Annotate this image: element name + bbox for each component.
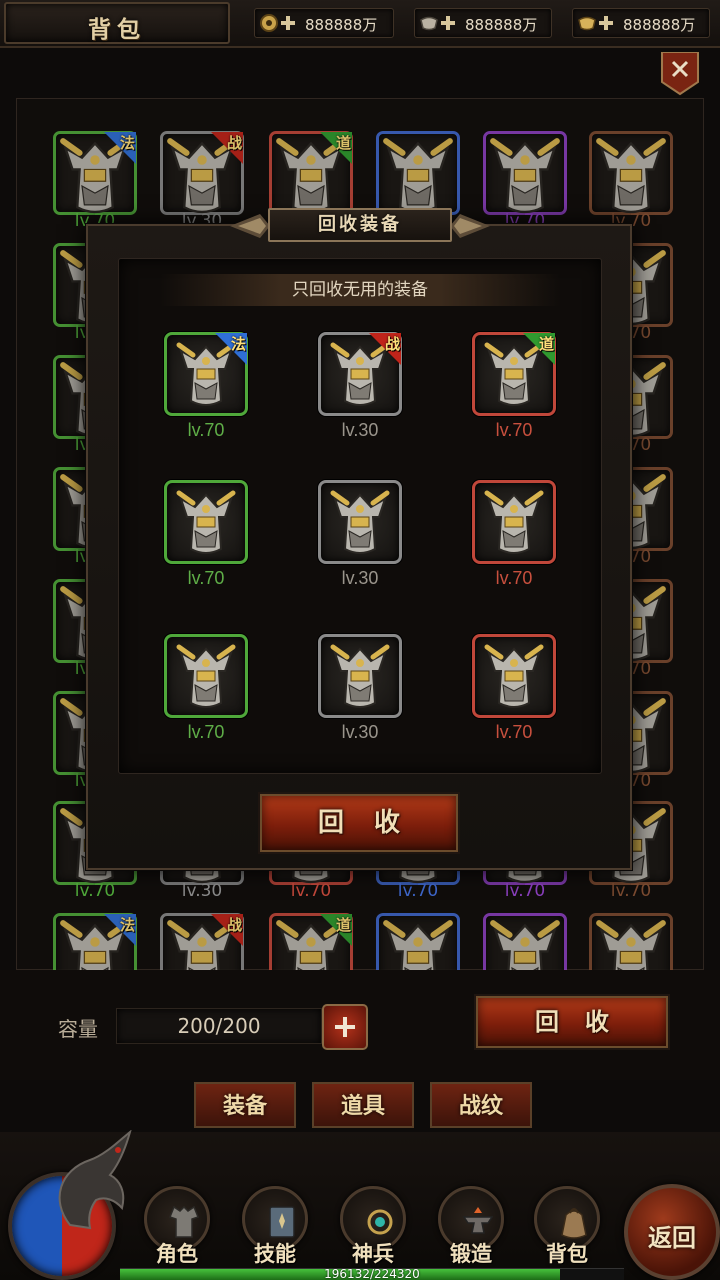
recycle-button[interactable]: 回收: [476, 996, 668, 1048]
close-button[interactable]: [660, 52, 700, 96]
window-title-plate: 背包: [4, 2, 230, 44]
capacity-value: 200/200: [116, 1008, 322, 1044]
recycle-item-level: lv.70: [495, 568, 533, 588]
dialog-title: 回收装备: [268, 208, 452, 242]
recycle-item-level: lv.30: [341, 420, 379, 440]
class-badge-label: 法: [119, 916, 135, 934]
recycle-item-level: lv.70: [187, 722, 225, 742]
return-button[interactable]: 返回: [624, 1184, 720, 1280]
class-badge-label: 战: [226, 134, 242, 152]
currency-ingot-value: 888888万: [465, 16, 538, 34]
class-badge-label: 战: [226, 916, 242, 934]
class-badge-label: 道: [538, 335, 554, 353]
armor-icon: [596, 138, 666, 214]
recycle-item-level: lv.70: [187, 420, 225, 440]
armor-icon: [484, 644, 544, 708]
recycle-item-slot[interactable]: [472, 634, 556, 718]
class-badge: 法: [215, 333, 247, 365]
bag-slot-level: lv.70: [397, 881, 439, 901]
coin-plus-icon: [260, 14, 295, 32]
bag-slot[interactable]: 法: [53, 131, 137, 215]
currency-ingot[interactable]: 888888万: [414, 8, 552, 38]
recycle-item-level: lv.30: [341, 568, 379, 588]
class-badge: 战: [211, 132, 243, 164]
class-badge-label: 道: [335, 916, 351, 934]
armor-icon: [484, 490, 544, 554]
class-badge: 战: [211, 914, 243, 946]
bag-slot-level: lv.70: [290, 881, 332, 901]
tab-equipment[interactable]: 装备: [194, 1082, 296, 1128]
recycle-item-level: lv.30: [341, 722, 379, 742]
return-label: 返回: [648, 1223, 696, 1252]
recycle-item-slot[interactable]: [318, 480, 402, 564]
recycle-item-slot[interactable]: 法: [164, 332, 248, 416]
nav-divine-weapon[interactable]: 神兵: [336, 1186, 410, 1280]
armor-icon: [330, 644, 390, 708]
nav-character-label: 角色: [156, 1241, 198, 1266]
page-title: 背包: [88, 16, 146, 43]
exp-bar: 196132/224320: [120, 1267, 624, 1280]
top-bar: 背包 888888万 888888万 888888万: [0, 0, 720, 48]
bag-slot-level: lv.70: [74, 881, 116, 901]
recycle-item-slot[interactable]: [472, 480, 556, 564]
recycle-item-level: lv.70: [187, 568, 225, 588]
nav-bag[interactable]: 背包: [530, 1186, 604, 1280]
recycle-item-slot[interactable]: 道: [472, 332, 556, 416]
currency-coin-value: 888888万: [305, 16, 378, 34]
class-badge: 法: [104, 914, 136, 946]
class-badge-label: 法: [230, 335, 246, 353]
class-badge: 道: [320, 914, 352, 946]
recycle-item-level: lv.70: [495, 420, 533, 440]
currency-gold-ingot[interactable]: 888888万: [572, 8, 710, 38]
recycle-item-slot[interactable]: [164, 634, 248, 718]
gold-ingot-plus-icon: [578, 16, 613, 31]
bag-slot-level: lv.70: [610, 881, 652, 901]
armor-icon: [490, 138, 560, 214]
nav-forge-label: 锻造: [450, 1241, 492, 1266]
nav-divine-weapon-label: 神兵: [352, 1241, 394, 1266]
capacity-label: 容量: [58, 1017, 98, 1041]
bag-slot-level: lv.70: [504, 881, 546, 901]
expand-capacity-button[interactable]: [322, 1004, 368, 1050]
recycle-item-slot[interactable]: [164, 480, 248, 564]
anvil-icon: [462, 1207, 494, 1234]
class-badge: 法: [104, 132, 136, 164]
armor-icon: [169, 1205, 199, 1238]
tab-items[interactable]: 道具: [312, 1082, 414, 1128]
dialog-recycle-button[interactable]: 回收: [260, 794, 458, 852]
class-badge: 战: [369, 333, 401, 365]
recycle-item-slot[interactable]: 战: [318, 332, 402, 416]
exp-text: 196132/224320: [324, 1267, 420, 1280]
dialog-subtitle: 只回收无用的装备: [160, 274, 560, 306]
recycle-item-slot[interactable]: [318, 634, 402, 718]
nav-skills-label: 技能: [254, 1241, 296, 1266]
armor-icon: [330, 490, 390, 554]
currency-coin[interactable]: 888888万: [254, 8, 394, 38]
bag-slot-level: lv.30: [181, 881, 223, 901]
armor-icon: [176, 644, 236, 708]
ingot-plus-icon: [420, 16, 455, 31]
nav-skills[interactable]: 技能: [238, 1186, 312, 1280]
bag-slot[interactable]: [483, 131, 567, 215]
nav-bag-label: 背包: [546, 1241, 588, 1266]
divine-weapon-icon: [367, 1209, 393, 1235]
bag-slot[interactable]: [589, 131, 673, 215]
class-badge-label: 法: [119, 134, 135, 152]
recycle-item-level: lv.70: [495, 722, 533, 742]
class-badge: 道: [523, 333, 555, 365]
bag-icon: [561, 1208, 587, 1239]
armor-icon: [176, 490, 236, 554]
class-badge-label: 战: [384, 335, 400, 353]
nav-character[interactable]: 角色: [140, 1186, 214, 1280]
currency-gold-ingot-value: 888888万: [623, 16, 696, 34]
class-badge-label: 道: [335, 134, 351, 152]
dragon-ornament-icon: [58, 1130, 132, 1230]
skill-book-icon: [269, 1206, 295, 1238]
tab-battle-runes[interactable]: 战纹: [430, 1082, 532, 1128]
nav-forge[interactable]: 锻造: [434, 1186, 508, 1280]
class-badge: 道: [320, 132, 352, 164]
